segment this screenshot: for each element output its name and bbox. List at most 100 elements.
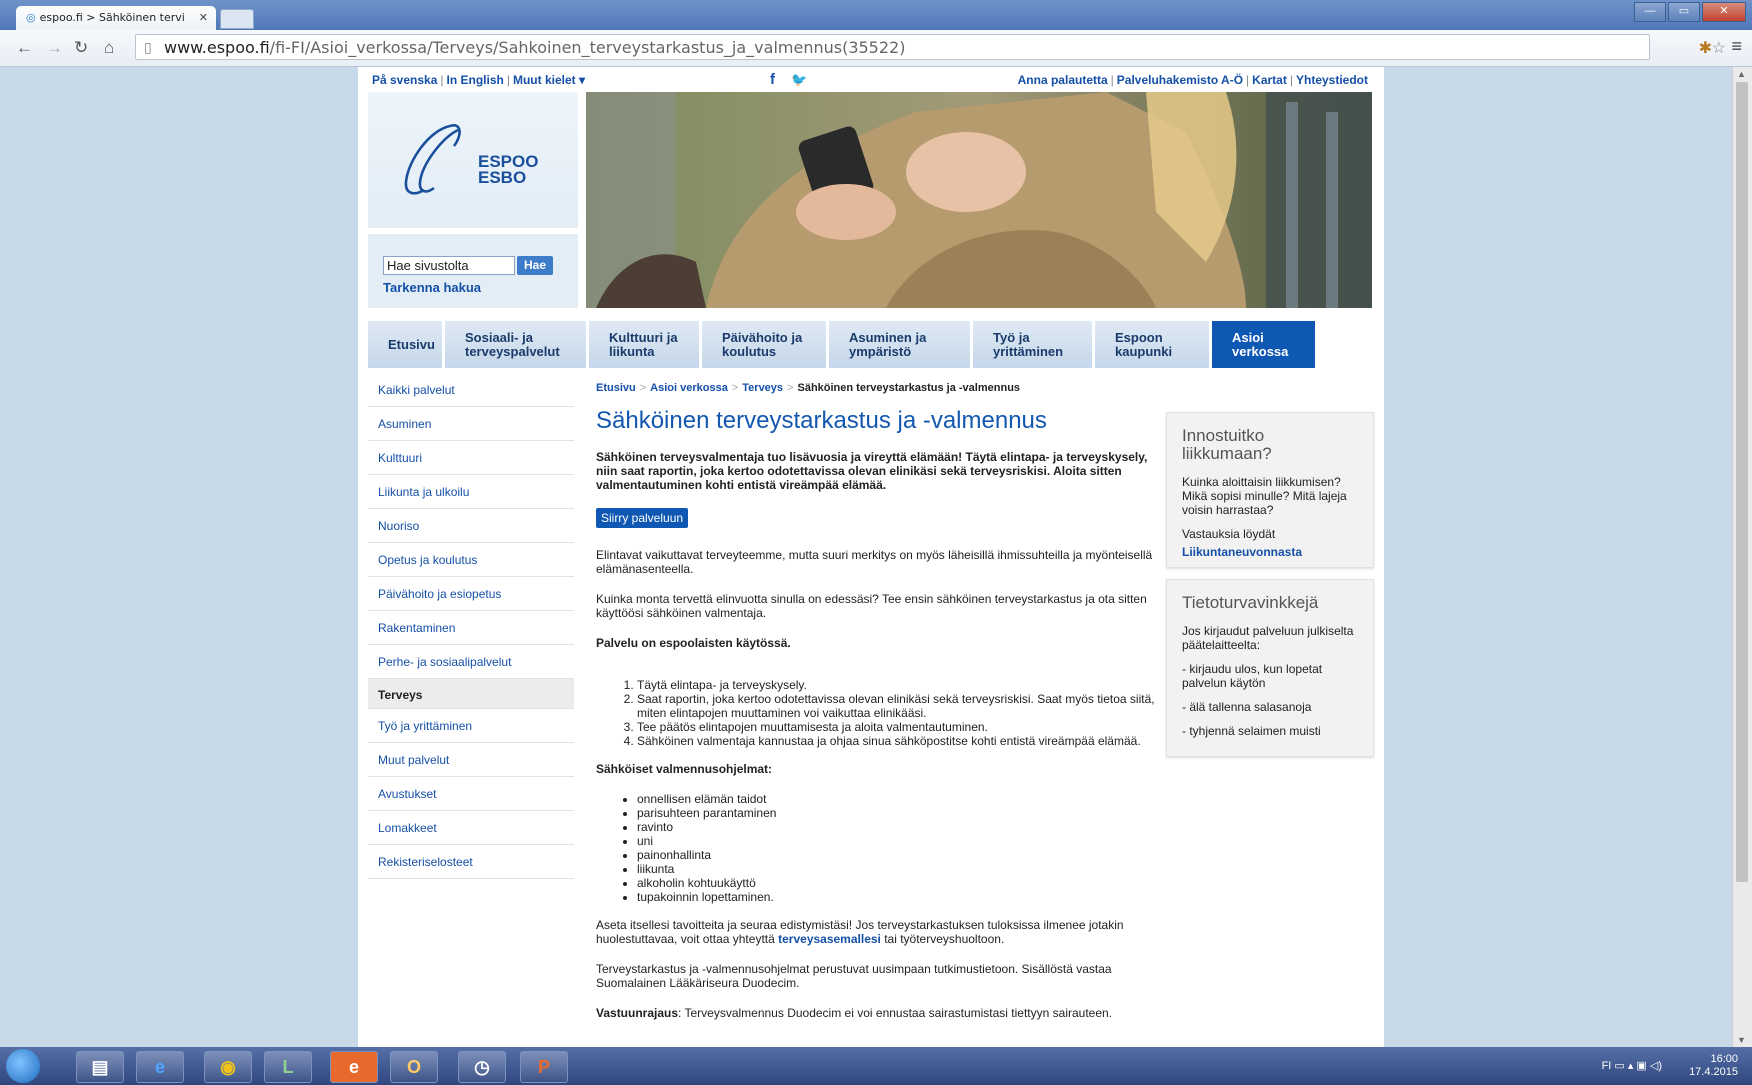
list-item: liikunta [637, 862, 1156, 876]
sidenav-item-liikunta[interactable]: Liikunta ja ulkoilu [368, 475, 574, 509]
breadcrumb-terveys[interactable]: Terveys [742, 382, 783, 394]
maximize-button[interactable]: ▭ [1668, 2, 1700, 22]
sidenav-item-nuoriso[interactable]: Nuoriso [368, 509, 574, 543]
page-title: Sähköinen terveystarkastus ja -valmennus [596, 407, 1047, 434]
paragraph-3: Palvelu on espoolaisten käytössä. [596, 636, 791, 650]
scroll-up-icon[interactable]: ▲ [1737, 69, 1746, 79]
scrollbar-thumb[interactable] [1736, 82, 1748, 882]
utility-links: Anna palautetta | Palveluhakemisto A-Ö | Kar… [1017, 73, 1368, 87]
list-item: onnellisen elämän taidot [637, 792, 1156, 806]
health-center-link[interactable]: terveysasemallesi [778, 932, 881, 946]
paragraph-5: Terveystarkastus ja -valmennusohjelmat p… [596, 962, 1112, 990]
espoo-logo-mark-icon [404, 124, 461, 195]
link-english[interactable]: In English [447, 73, 504, 87]
browser-menu-icon[interactable]: ≡ [1731, 36, 1742, 57]
bookmark-star-icon[interactable]: ☆ [1712, 38, 1726, 58]
sidenav-item-kaikki-palvelut[interactable]: Kaikki palvelut [368, 373, 574, 407]
menu-item-etusivu[interactable]: Etusivu [368, 321, 442, 368]
exercise-advice-link[interactable]: Liikuntaneuvonnasta [1182, 545, 1302, 559]
breadcrumb-asioi-verkossa[interactable]: Asioi verkossa [650, 382, 728, 394]
espoo-site: På svenska | In English | Muut kielet ▾ f 🐦 A… [358, 67, 1384, 1047]
espoo-favicon-icon: ◎ [26, 11, 36, 24]
sidenav-item-terveys[interactable]: Terveys [368, 679, 574, 709]
box-title: Tietoturvavinkkejä [1182, 593, 1319, 612]
language-indicator[interactable]: FI [1602, 1060, 1612, 1072]
internet-explorer-icon[interactable]: e [136, 1051, 184, 1083]
chrome-icon[interactable]: ◉ [204, 1051, 252, 1083]
menu-item-espoon-kaupunki[interactable]: Espoon kaupunki [1095, 321, 1209, 368]
breadcrumb-etusivu[interactable]: Etusivu [596, 382, 636, 394]
link-directory[interactable]: Palveluhakemisto A-Ö [1117, 73, 1243, 87]
new-tab-button[interactable] [220, 9, 254, 29]
home-icon[interactable]: ⌂ [104, 38, 114, 58]
box-text: Kuinka aloittaisin liikkumisen? Mikä sop… [1182, 475, 1347, 517]
box-title: Innostuitko liikkumaan? [1182, 426, 1272, 463]
search-input[interactable] [383, 256, 515, 275]
box-text: Jos kirjaudut palveluun julkiselta pääte… [1182, 624, 1354, 652]
browser-tab[interactable]: ◎ espoo.fi > Sähköinen tervi ✕ [16, 6, 216, 30]
back-icon[interactable]: ← [16, 38, 33, 58]
sidenav-item-lomakkeet[interactable]: Lomakkeet [368, 811, 574, 845]
extension-icon[interactable]: ✱ [1699, 38, 1712, 58]
lync-icon[interactable]: L [264, 1051, 312, 1083]
scroll-down-icon[interactable]: ▼ [1737, 1035, 1746, 1045]
system-clock[interactable]: 16:00 17.4.2015 [1689, 1053, 1738, 1079]
sidenav-item-perhe[interactable]: Perhe- ja sosiaalipalvelut [368, 645, 574, 679]
menu-item-asioi-verkossa[interactable]: Asioi verkossa [1212, 321, 1315, 368]
forward-icon[interactable]: → [46, 38, 63, 58]
e-app-icon[interactable]: e [330, 1051, 378, 1083]
sidenav-item-kulttuuri[interactable]: Kulttuuri [368, 441, 574, 475]
address-bar[interactable]: ▯ www.espoo.fi/fi-FI/Asioi_verkossa/Terv… [135, 34, 1650, 60]
link-contacts[interactable]: Yhteystiedot [1296, 73, 1368, 87]
advanced-search-link[interactable]: Tarkenna hakua [383, 280, 481, 295]
paragraph-2: Kuinka monta tervettä elinvuotta sinulla… [596, 592, 1147, 620]
sidenav-item-avustukset[interactable]: Avustukset [368, 777, 574, 811]
sidenav-item-rakentaminen[interactable]: Rakentaminen [368, 611, 574, 645]
espoo-logo[interactable]: ESPOO ESBO [368, 92, 578, 228]
list-item: uni [637, 834, 1156, 848]
menu-item-tyo[interactable]: Työ ja yrittäminen [973, 321, 1092, 368]
tray-icons[interactable]: FI ▭ ▴ ▣ ◁) [1602, 1059, 1662, 1072]
clock-app-icon[interactable]: ◷ [458, 1051, 506, 1083]
vertical-scrollbar[interactable]: ▲ ▼ [1732, 67, 1752, 1047]
sidenav-item-muut-palvelut[interactable]: Muut palvelut [368, 743, 574, 777]
link-maps[interactable]: Kartat [1252, 73, 1287, 87]
minimize-button[interactable]: — [1634, 2, 1666, 22]
clock-time: 16:00 [1710, 1053, 1738, 1065]
link-swedish[interactable]: På svenska [372, 73, 437, 87]
twitter-icon[interactable]: 🐦 [791, 72, 807, 87]
close-tab-icon[interactable]: ✕ [199, 6, 208, 30]
menu-item-kulttuuri[interactable]: Kulttuuri ja liikunta [589, 321, 699, 368]
file-explorer-icon[interactable]: ▤ [76, 1051, 124, 1083]
search-button[interactable]: Hae [517, 256, 553, 275]
list-item: tupakoinnin lopettaminen. [637, 890, 1156, 904]
language-links: På svenska | In English | Muut kielet ▾ [372, 73, 586, 87]
sidenav-item-rekisteriselosteet[interactable]: Rekisteriselosteet [368, 845, 574, 879]
link-feedback[interactable]: Anna palautetta [1018, 73, 1108, 87]
side-navigation: Kaikki palvelut Asuminen Kulttuuri Liiku… [368, 373, 574, 879]
menu-item-asuminen[interactable]: Asuminen ja ympäristö [829, 321, 970, 368]
menu-item-paivahoito[interactable]: Päivähoito ja koulutus [702, 321, 826, 368]
sidenav-item-asuminen[interactable]: Asuminen [368, 407, 574, 441]
list-item: Täytä elintapa- ja terveyskysely. [637, 678, 1156, 692]
window-controls: — ▭ ✕ [1634, 2, 1746, 22]
list-item: parisuhteen parantaminen [637, 806, 1156, 820]
list-item: ravinto [637, 820, 1156, 834]
sidenav-item-opetus[interactable]: Opetus ja koulutus [368, 543, 574, 577]
lead-paragraph: Sähköinen terveysvalmentaja tuo lisävuos… [596, 450, 1148, 492]
link-more-languages[interactable]: Muut kielet ▾ [513, 73, 585, 87]
go-to-service-button[interactable]: Siirry palveluun [596, 508, 689, 528]
browser-tab-bar: ◎ espoo.fi > Sähköinen tervi ✕ — ▭ ✕ [0, 0, 1752, 30]
sidenav-item-paivahoito[interactable]: Päivähoito ja esiopetus [368, 577, 574, 611]
box-text: Vastauksia löydät [1182, 527, 1276, 541]
sidenav-item-tyo[interactable]: Työ ja yrittäminen [368, 709, 574, 743]
menu-item-sosiaali[interactable]: Sosiaali- ja terveyspalvelut [445, 321, 586, 368]
start-button[interactable] [6, 1049, 40, 1083]
powerpoint-icon[interactable]: P [520, 1051, 568, 1083]
reload-icon[interactable]: ↻ [74, 38, 88, 58]
outlook-icon[interactable]: O [390, 1051, 438, 1083]
paragraph-1: Elintavat vaikuttavat terveyteemme, mutt… [596, 548, 1153, 576]
facebook-icon[interactable]: f [770, 71, 775, 88]
close-window-button[interactable]: ✕ [1702, 2, 1746, 22]
list-item: Tee päätös elintapojen muuttamisesta ja … [637, 720, 1156, 734]
